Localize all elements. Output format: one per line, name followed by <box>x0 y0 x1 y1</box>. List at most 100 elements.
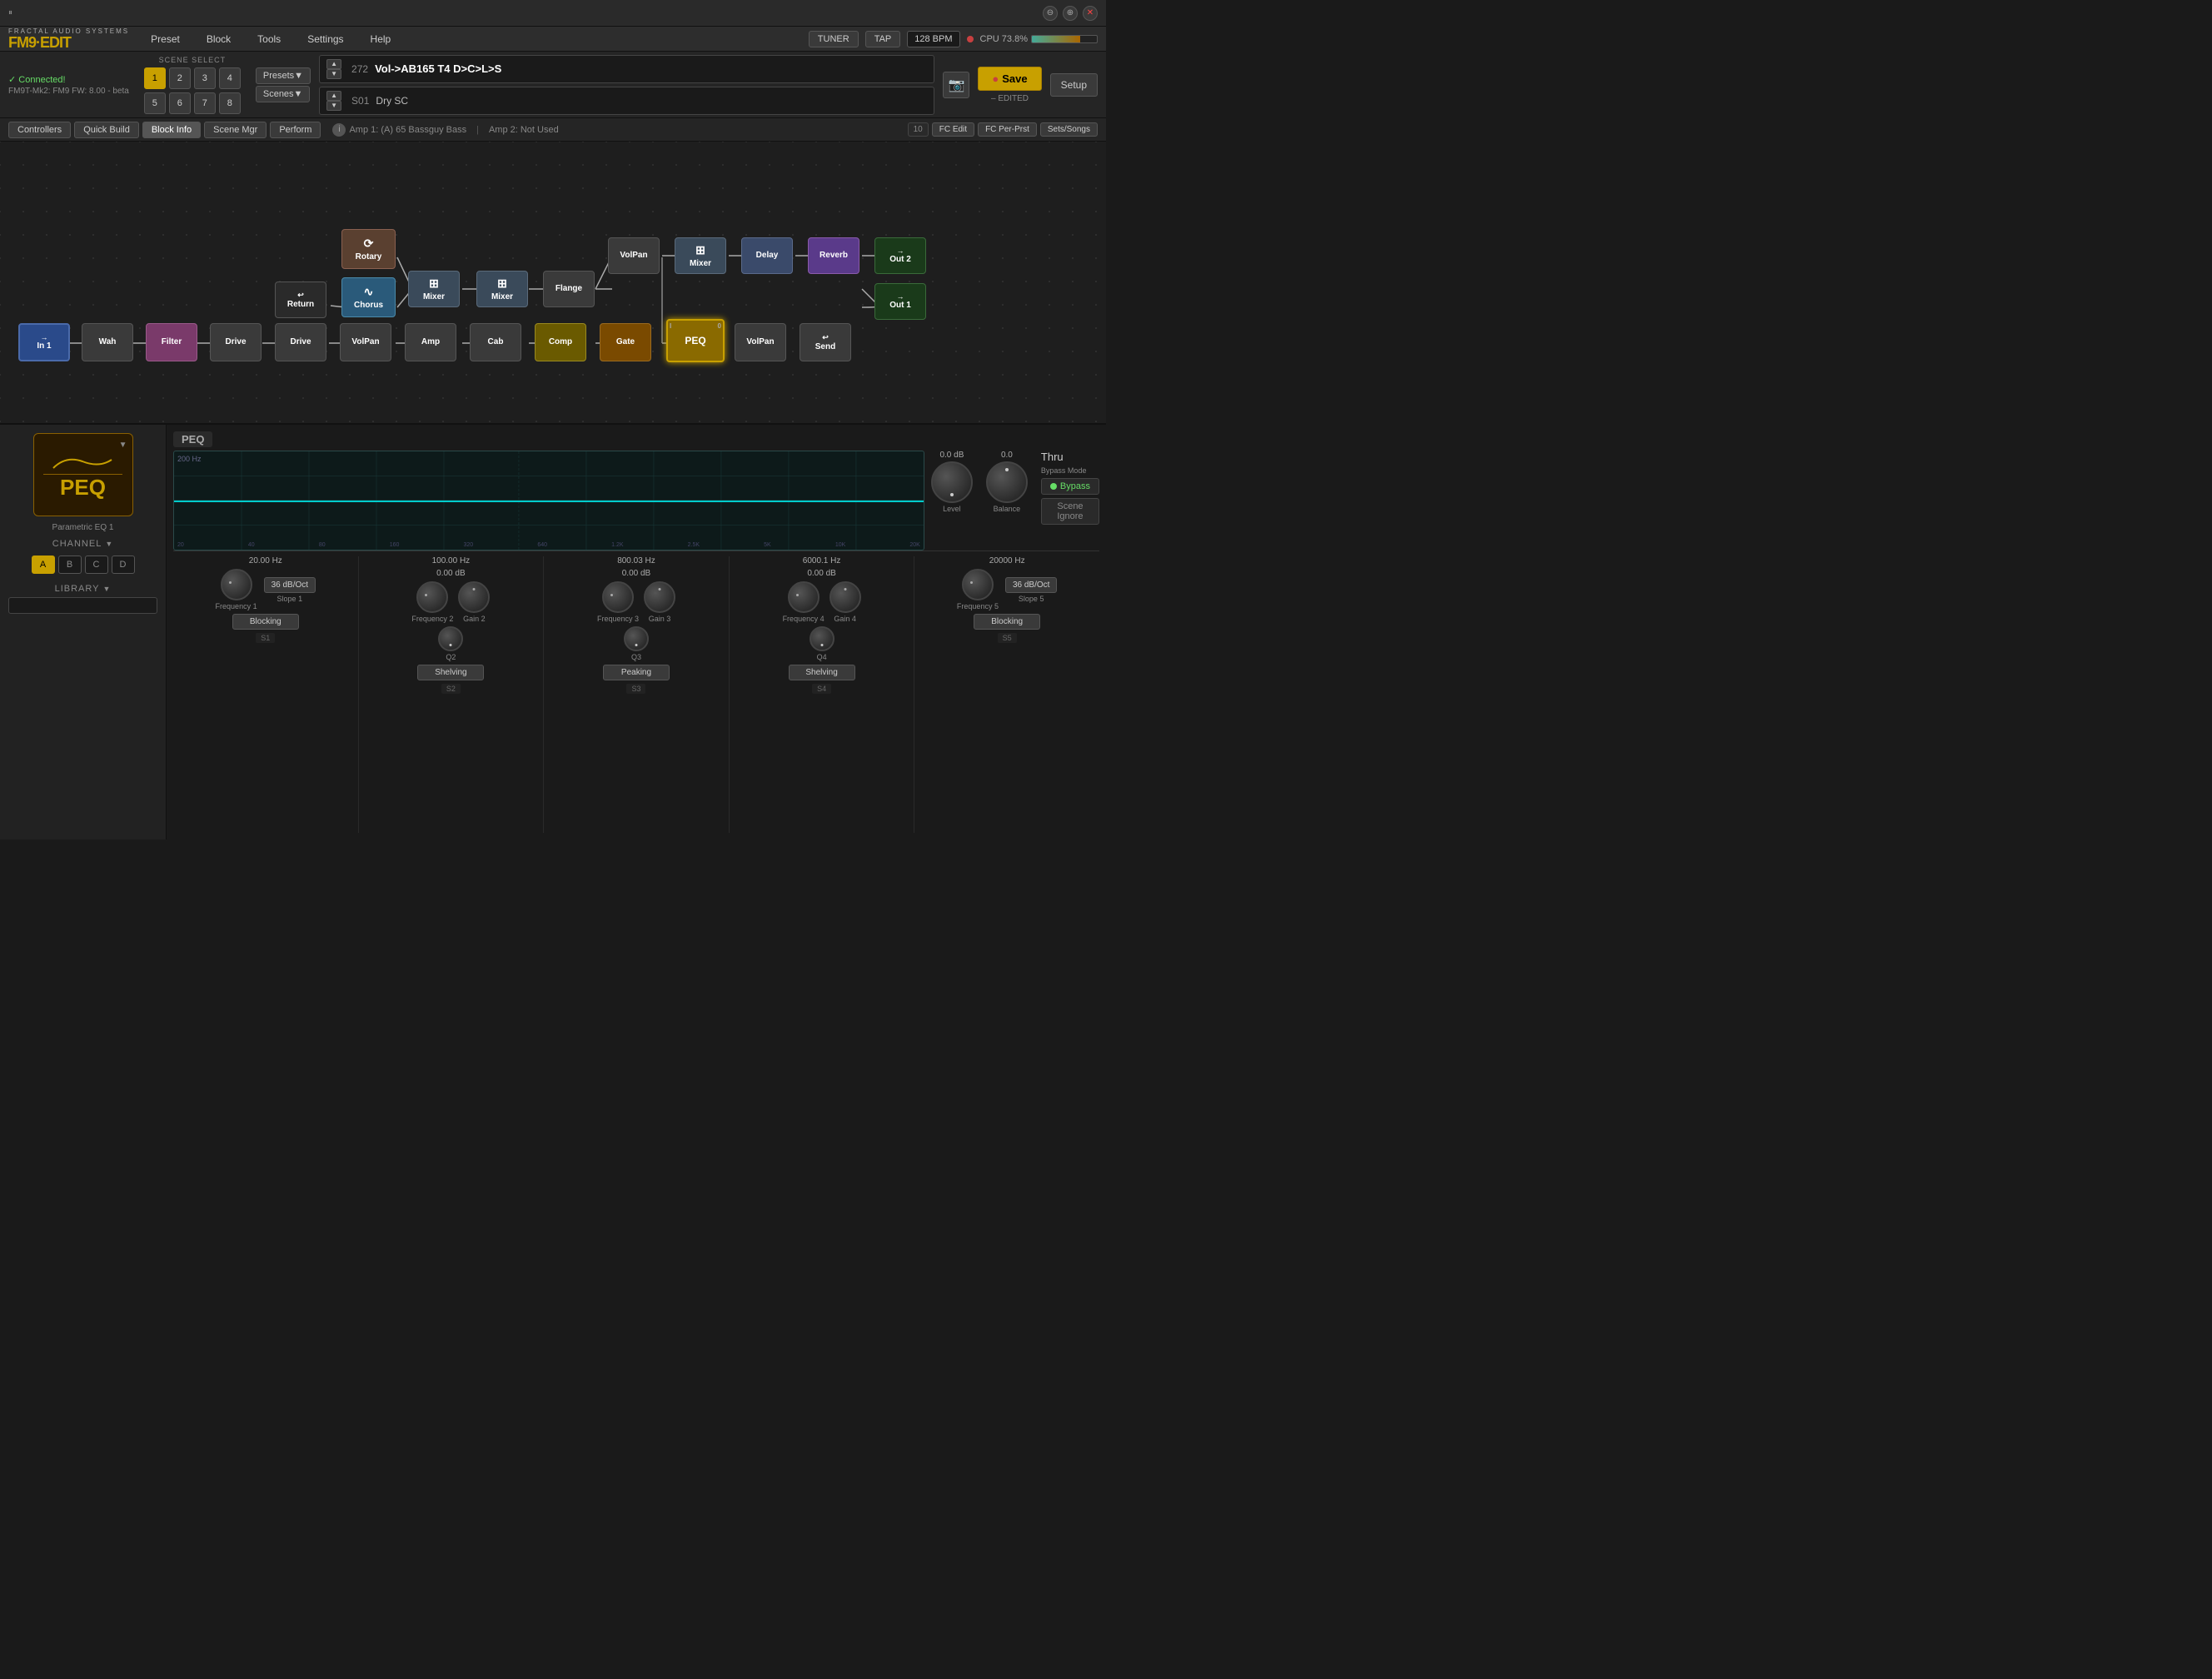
channel-dropdown-arrow[interactable]: ▼ <box>105 540 113 548</box>
camera-button[interactable]: 📷 <box>943 72 969 98</box>
menu-settings[interactable]: Settings <box>302 30 348 48</box>
block-mixer1[interactable]: ⊞ Mixer <box>408 271 460 307</box>
channel-btn-a[interactable]: A <box>32 556 55 574</box>
block-reverb[interactable]: Reverb <box>808 237 859 274</box>
band4-gain-knob[interactable] <box>830 581 861 613</box>
block-mixer3[interactable]: ⊞ Mixer <box>675 237 726 274</box>
block-peq[interactable]: I PEQ 0 <box>666 319 725 362</box>
block-out1[interactable]: → Out 1 <box>874 283 926 320</box>
block-gate-label: Gate <box>616 337 635 347</box>
band1-freq-knob[interactable] <box>221 569 252 600</box>
block-filter[interactable]: Filter <box>146 323 197 361</box>
scenes-dropdown[interactable]: Scenes▼ <box>256 86 311 102</box>
block-flange[interactable]: Flange <box>543 271 595 307</box>
band3-gain-knob[interactable] <box>644 581 675 613</box>
block-drive1[interactable]: Drive <box>210 323 262 361</box>
fc-edit-button[interactable]: FC Edit <box>932 122 974 137</box>
block-send[interactable]: ↩ Send <box>800 323 851 361</box>
scene-ignore-button[interactable]: SceneIgnore <box>1041 498 1099 525</box>
menu-help[interactable]: Help <box>366 30 396 48</box>
preset-number: 272 <box>351 63 368 75</box>
block-amp[interactable]: Amp <box>405 323 456 361</box>
tab-controllers[interactable]: Controllers <box>8 122 71 138</box>
block-return[interactable]: ↩ Return <box>275 281 326 318</box>
scene-btn-5[interactable]: 5 <box>144 92 166 114</box>
preset-up-arrow[interactable]: ▲ <box>326 59 341 69</box>
block-drive2[interactable]: Drive <box>275 323 326 361</box>
tab-block-info[interactable]: Block Info <box>142 122 201 138</box>
pause-icon[interactable]: ⏸ <box>8 8 12 17</box>
logo-large: FM9·EDIT <box>8 35 129 50</box>
preset-down-arrow[interactable]: ▼ <box>326 69 341 79</box>
block-in1[interactable]: → In 1 <box>18 323 70 361</box>
library-search-input[interactable] <box>8 597 157 614</box>
out2-arrow: → <box>897 247 904 255</box>
minimize-button[interactable]: ⊖ <box>1043 6 1058 21</box>
menu-preset[interactable]: Preset <box>146 30 185 48</box>
scene-btn-8[interactable]: 8 <box>219 92 241 114</box>
block-return-label: Return <box>287 300 314 310</box>
band3-freq-knob[interactable] <box>602 581 634 613</box>
band3-type-button[interactable]: Peaking <box>603 665 670 680</box>
channel-btn-d[interactable]: D <box>112 556 135 574</box>
scene-btn-3[interactable]: 3 <box>194 67 216 89</box>
block-gate[interactable]: Gate <box>600 323 651 361</box>
tab-perform[interactable]: Perform <box>270 122 321 138</box>
menu-tools[interactable]: Tools <box>252 30 286 48</box>
bypass-button[interactable]: Bypass <box>1041 478 1099 495</box>
scene-btn-6[interactable]: 6 <box>169 92 191 114</box>
scene-btn-7[interactable]: 7 <box>194 92 216 114</box>
tap-button[interactable]: TAP <box>865 31 901 47</box>
library-dropdown[interactable]: ▼ <box>102 585 111 593</box>
block-out2[interactable]: → Out 2 <box>874 237 926 274</box>
menu-block[interactable]: Block <box>202 30 236 48</box>
level-knob[interactable] <box>931 461 973 503</box>
tab-scene-mgr[interactable]: Scene Mgr <box>204 122 267 138</box>
block-preview[interactable]: ▼ PEQ <box>33 433 133 516</box>
band3-q-knob[interactable] <box>624 626 649 651</box>
block-volpan3[interactable]: VolPan <box>608 237 660 274</box>
library-label-text: LIBRARY <box>55 584 100 594</box>
block-mixer2[interactable]: ⊞ Mixer <box>476 271 528 307</box>
band4-type-button[interactable]: Shelving <box>789 665 855 680</box>
block-rotary[interactable]: ⟳ Rotary <box>341 229 396 269</box>
save-button[interactable]: ●Save <box>978 67 1041 91</box>
scene-btn-4[interactable]: 4 <box>219 67 241 89</box>
fc-per-prst-button[interactable]: FC Per-Prst <box>978 122 1037 137</box>
band2-q-knob[interactable] <box>438 626 463 651</box>
band2-gain-knob[interactable] <box>458 581 490 613</box>
block-volpan2[interactable]: VolPan <box>735 323 786 361</box>
tuner-button[interactable]: TUNER <box>809 31 859 47</box>
band2-freq-knob[interactable] <box>416 581 448 613</box>
scene-btn-1[interactable]: 1 <box>144 67 166 89</box>
scene-name: Dry SC <box>376 95 408 107</box>
band1-type-button[interactable]: Blocking <box>232 614 299 630</box>
band3-gain-label: Gain 3 <box>649 615 671 623</box>
scene-btn-2[interactable]: 2 <box>169 67 191 89</box>
channel-btn-b[interactable]: B <box>58 556 82 574</box>
block-cab[interactable]: Cab <box>470 323 521 361</box>
block-delay[interactable]: Delay <box>741 237 793 274</box>
band1-slope-btn[interactable]: 36 dB/Oct <box>264 577 316 593</box>
channel-btn-c[interactable]: C <box>85 556 108 574</box>
balance-knob[interactable] <box>986 461 1028 503</box>
band4-gain-knob-container: Gain 4 <box>830 581 861 623</box>
band5-freq-knob[interactable] <box>962 569 994 600</box>
scene-down-arrow[interactable]: ▼ <box>326 101 341 111</box>
scene-up-arrow[interactable]: ▲ <box>326 91 341 101</box>
block-chorus[interactable]: ∿ Chorus <box>341 277 396 317</box>
maximize-button[interactable]: ⊕ <box>1063 6 1078 21</box>
presets-dropdown[interactable]: Presets▼ <box>256 67 311 84</box>
band5-type-button[interactable]: Blocking <box>974 614 1040 630</box>
tab-quick-build[interactable]: Quick Build <box>74 122 139 138</box>
sets-songs-button[interactable]: Sets/Songs <box>1040 122 1098 137</box>
block-comp[interactable]: Comp <box>535 323 586 361</box>
band5-slope-btn[interactable]: 36 dB/Oct <box>1005 577 1057 593</box>
close-button[interactable]: ✕ <box>1083 6 1098 21</box>
block-volpan1[interactable]: VolPan <box>340 323 391 361</box>
block-wah[interactable]: Wah <box>82 323 133 361</box>
setup-button[interactable]: Setup <box>1050 73 1098 97</box>
band4-freq-knob[interactable] <box>788 581 820 613</box>
band4-q-knob[interactable] <box>810 626 834 651</box>
band2-type-button[interactable]: Shelving <box>417 665 484 680</box>
